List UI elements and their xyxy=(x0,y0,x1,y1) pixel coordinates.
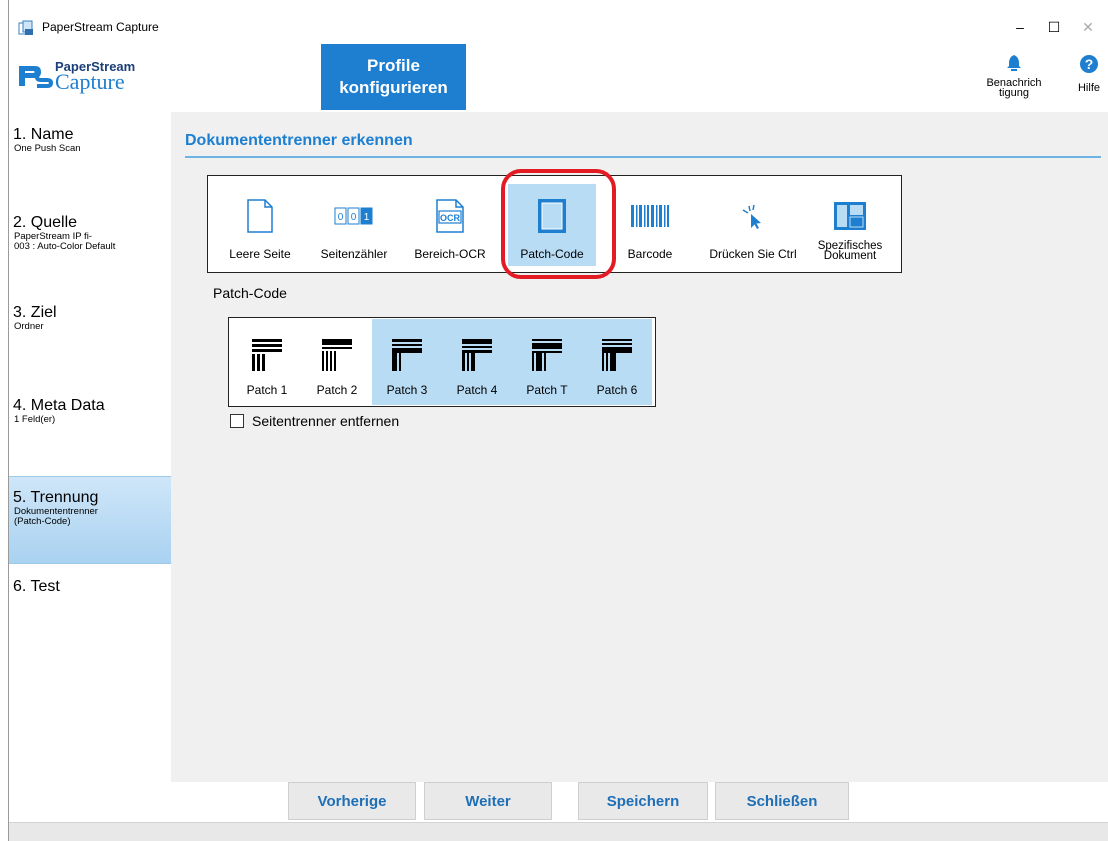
patch-label: Patch 1 xyxy=(246,383,288,397)
paperstream-logo: PaperStream Capture xyxy=(17,54,177,98)
separator-page-counter[interactable]: 0 0 1 Seitenzähler xyxy=(310,184,398,266)
barcode-icon xyxy=(631,205,669,227)
separator-zone-ocr[interactable]: OCR Bereich-OCR xyxy=(406,184,494,266)
svg-text:0: 0 xyxy=(338,212,344,223)
help-label: Hilfe xyxy=(1077,82,1100,94)
sidebar-item-metadata[interactable]: 4. Meta Data 1 Feld(er) xyxy=(9,397,171,425)
tab-label-line2: konfigurieren xyxy=(339,78,448,97)
window-title: PaperStream Capture xyxy=(42,20,159,34)
save-button[interactable]: Speichern xyxy=(578,782,708,820)
patch-1-icon xyxy=(252,339,282,371)
sidebar-item-sub: One Push Scan xyxy=(14,143,81,154)
sidebar-item-sub: 1 Feld(er) xyxy=(14,414,56,425)
svg-text:OCR: OCR xyxy=(440,213,461,223)
patch-2-icon xyxy=(322,339,352,371)
checkbox-box[interactable] xyxy=(230,414,244,428)
patch-type-list: Patch 1 Patch 2 Patch 3 Patch 4 Patch T … xyxy=(228,317,656,407)
section-divider xyxy=(185,156,1101,158)
patch-label: Patch 4 xyxy=(456,383,498,397)
separator-label-line2: Dokument xyxy=(823,250,877,262)
separator-label: Seitenzähler xyxy=(320,247,388,261)
separator-label: Spezifisches Dokument xyxy=(806,240,894,262)
section-title: Dokumententrenner erkennen xyxy=(185,132,413,149)
blank-page-icon xyxy=(247,199,273,233)
footer-bar: Vorherige Weiter Speichern Schließen xyxy=(9,782,1108,822)
title-bar: PaperStream Capture – ☐ ✕ xyxy=(9,0,1108,42)
remove-separator-checkbox[interactable]: Seitentrenner entfernen xyxy=(230,413,399,429)
sidebar-item-separation[interactable]: 5. Trennung Dokumententrenner (Patch-Cod… xyxy=(9,476,171,564)
patch-4-icon xyxy=(462,339,492,371)
sidebar-item-sub: (Patch-Code) xyxy=(14,516,71,527)
app-icon xyxy=(18,20,33,35)
sidebar-item-test[interactable]: 6. Test xyxy=(9,578,171,596)
previous-button[interactable]: Vorherige xyxy=(288,782,416,820)
patch-6-icon xyxy=(602,339,632,371)
patch-3-icon xyxy=(392,339,422,371)
separator-barcode[interactable]: Barcode xyxy=(606,184,694,266)
separator-label: Bereich-OCR xyxy=(414,247,486,261)
bell-icon xyxy=(1007,55,1021,71)
document-layout-icon xyxy=(834,202,866,230)
close-window-button[interactable]: ✕ xyxy=(1073,14,1103,40)
patch-option-1[interactable]: Patch 1 xyxy=(232,319,302,405)
separator-label: Barcode xyxy=(627,247,673,261)
sidebar-item-sub: 003 : Auto-Color Default xyxy=(14,241,116,252)
minimize-button[interactable]: – xyxy=(1005,14,1035,40)
patch-label: Patch T xyxy=(526,383,568,397)
sidebar: 1. Name One Push Scan 2. Quelle PaperStr… xyxy=(9,112,171,811)
close-button[interactable]: Schließen xyxy=(715,782,849,820)
sidebar-item-source[interactable]: 2. Quelle PaperStream IP fi- 003 : Auto-… xyxy=(9,214,171,252)
separator-label: Leere Seite xyxy=(229,247,291,261)
patch-label: Patch 2 xyxy=(316,383,358,397)
patch-option-4[interactable]: Patch 4 xyxy=(442,319,512,405)
highlight-ring xyxy=(501,169,616,279)
separator-specific-document[interactable]: Spezifisches Dokument xyxy=(806,184,894,266)
notify-label-2: tigung xyxy=(999,87,1029,99)
separator-blank-page[interactable]: Leere Seite xyxy=(216,184,304,266)
patch-t-icon xyxy=(532,339,562,371)
logo-text-bottom: Capture xyxy=(55,69,125,94)
ocr-icon: OCR xyxy=(436,199,464,233)
separator-press-ctrl[interactable]: Drücken Sie Ctrl xyxy=(704,184,802,266)
patch-label: Patch 3 xyxy=(386,383,428,397)
app-header: PaperStream Capture Profile konfiguriere… xyxy=(9,42,1108,112)
sidebar-item-destination[interactable]: 3. Ziel Ordner xyxy=(9,304,171,332)
patch-label: Patch 6 xyxy=(596,383,638,397)
patch-option-3[interactable]: Patch 3 xyxy=(372,319,442,405)
patch-option-6[interactable]: Patch 6 xyxy=(582,319,652,405)
svg-text:1: 1 xyxy=(364,212,370,223)
click-icon xyxy=(742,204,761,229)
patch-option-2[interactable]: Patch 2 xyxy=(302,319,372,405)
help-icon: ? xyxy=(1080,55,1098,73)
sidebar-item-sub: Ordner xyxy=(14,321,44,332)
sidebar-item-title: 1. Name xyxy=(13,126,74,143)
tab-label-line1: Profile xyxy=(367,56,420,75)
help-button[interactable]: ? Hilfe xyxy=(1071,54,1107,94)
sidebar-item-title: 2. Quelle xyxy=(13,214,78,231)
main-content: Dokumententrenner erkennen Leere Seite 0… xyxy=(171,112,1108,782)
sidebar-item-title: 3. Ziel xyxy=(13,304,57,321)
sidebar-item-title: 6. Test xyxy=(13,578,60,595)
patch-code-caption: Patch-Code xyxy=(213,285,287,301)
page-counter-icon: 0 0 1 xyxy=(334,207,373,225)
separator-label: Drücken Sie Ctrl xyxy=(709,247,797,261)
maximize-button[interactable]: ☐ xyxy=(1039,14,1069,40)
tab-configure-profiles[interactable]: Profile konfigurieren xyxy=(321,44,466,110)
app-window: PaperStream Capture – ☐ ✕ PaperStream Ca… xyxy=(8,0,1108,841)
checkbox-label: Seitentrenner entfernen xyxy=(252,413,400,429)
sidebar-item-title: 4. Meta Data xyxy=(13,397,105,414)
sidebar-item-name[interactable]: 1. Name One Push Scan xyxy=(9,126,171,154)
notification-button[interactable]: Benachrich tigung xyxy=(984,54,1044,99)
sidebar-item-title: 5. Trennung xyxy=(13,489,99,506)
svg-text:0: 0 xyxy=(351,212,357,223)
patch-option-t[interactable]: Patch T xyxy=(512,319,582,405)
svg-text:?: ? xyxy=(1085,56,1094,72)
status-bar xyxy=(9,822,1108,841)
next-button[interactable]: Weiter xyxy=(424,782,552,820)
